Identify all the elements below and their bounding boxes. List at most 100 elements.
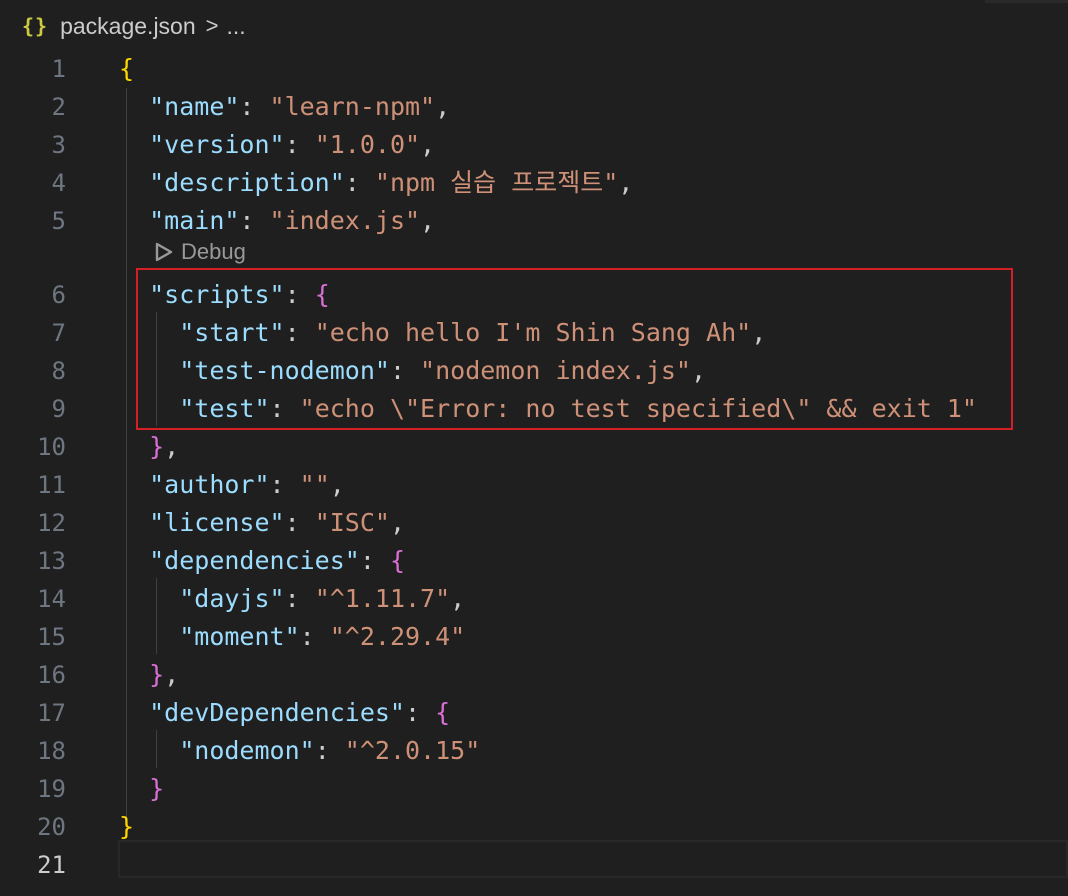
code-token: "index.js" bbox=[269, 206, 421, 235]
code-token: "1.0.0" bbox=[314, 130, 421, 159]
line-number: 6 bbox=[51, 281, 66, 309]
line-content: "main": "index.js", bbox=[119, 202, 435, 240]
line-number: 20 bbox=[37, 813, 66, 841]
code-token: : bbox=[239, 206, 270, 235]
code-line[interactable]: 3 "version": "1.0.0", bbox=[0, 126, 1068, 164]
code-token: , bbox=[329, 470, 345, 499]
code-token: "learn-npm" bbox=[269, 92, 436, 121]
line-number: 18 bbox=[37, 737, 66, 765]
line-content: "dayjs": "^1.11.7", bbox=[119, 580, 465, 618]
line-content: "version": "1.0.0", bbox=[119, 126, 435, 164]
code-token: , bbox=[164, 660, 180, 689]
code-token: { bbox=[389, 546, 405, 575]
code-token: , bbox=[420, 130, 436, 159]
breadcrumb-more[interactable]: ... bbox=[227, 13, 246, 40]
code-line[interactable]: 17 "devDependencies": { bbox=[0, 694, 1068, 732]
line-content: "nodemon": "^2.0.15" bbox=[119, 732, 480, 770]
line-number: 5 bbox=[51, 207, 66, 235]
code-line[interactable]: 19 } bbox=[0, 770, 1068, 808]
code-line[interactable]: 1{ bbox=[0, 50, 1068, 88]
code-token: } bbox=[119, 812, 135, 841]
line-number: 2 bbox=[51, 93, 66, 121]
code-token: "dependencies" bbox=[149, 546, 360, 575]
code-token: { bbox=[435, 698, 451, 727]
line-number: 16 bbox=[37, 661, 66, 689]
code-editor[interactable]: Debug 1{2 "name": "learn-npm", 3 "version… bbox=[0, 50, 1068, 896]
code-token: "^2.0.15" bbox=[344, 736, 481, 765]
line-number: 15 bbox=[37, 623, 66, 651]
line-content: "description": "npm 실습 프로젝트", bbox=[119, 164, 633, 202]
chevron-right-icon: > bbox=[205, 13, 219, 38]
code-line[interactable]: 20} bbox=[0, 808, 1068, 846]
line-content: } bbox=[119, 808, 134, 846]
code-token: "name" bbox=[149, 92, 240, 121]
code-token: "main" bbox=[149, 206, 240, 235]
code-token: : bbox=[404, 698, 436, 727]
code-token: "moment" bbox=[179, 622, 300, 651]
line-content: }, bbox=[119, 428, 179, 466]
line-number: 17 bbox=[37, 699, 66, 727]
line-content: "license": "ISC", bbox=[119, 504, 405, 542]
codelens-debug[interactable]: Debug bbox=[155, 236, 246, 268]
code-line[interactable]: 21 bbox=[0, 846, 1068, 884]
breadcrumb: {} package.json > ... bbox=[0, 0, 1068, 52]
code-line[interactable]: 2 "name": "learn-npm", bbox=[0, 88, 1068, 126]
code-token: : bbox=[284, 130, 315, 159]
line-content: "dependencies": { bbox=[119, 542, 405, 580]
code-line[interactable]: 13 "dependencies": { bbox=[0, 542, 1068, 580]
line-number: 14 bbox=[37, 585, 66, 613]
code-token: , bbox=[618, 168, 634, 197]
code-token: , bbox=[164, 432, 180, 461]
line-number: 10 bbox=[37, 433, 66, 461]
code-token: : bbox=[284, 584, 315, 613]
line-number: 11 bbox=[37, 471, 66, 499]
code-line[interactable]: 18 "nodemon": "^2.0.15" bbox=[0, 732, 1068, 770]
breadcrumb-file[interactable]: package.json bbox=[60, 13, 196, 40]
code-line[interactable]: 14 "dayjs": "^1.11.7", bbox=[0, 580, 1068, 618]
line-number: 21 bbox=[37, 851, 66, 879]
line-number: 8 bbox=[51, 357, 66, 385]
code-token: { bbox=[119, 54, 135, 83]
line-content: } bbox=[119, 770, 164, 808]
line-content: "name": "learn-npm", bbox=[119, 88, 450, 126]
line-content: "moment": "^2.29.4" bbox=[119, 618, 465, 656]
code-line[interactable]: 10 }, bbox=[0, 428, 1068, 466]
code-token: "devDependencies" bbox=[149, 698, 405, 727]
code-line[interactable]: 5 "main": "index.js", bbox=[0, 202, 1068, 240]
code-line[interactable]: 12 "license": "ISC", bbox=[0, 504, 1068, 542]
line-content: "author": "", bbox=[119, 466, 345, 504]
code-token: "license" bbox=[149, 508, 285, 537]
code-token: : bbox=[344, 168, 375, 197]
code-line[interactable]: 16 }, bbox=[0, 656, 1068, 694]
line-number: 7 bbox=[51, 319, 66, 347]
code-line[interactable]: 11 "author": "", bbox=[0, 466, 1068, 504]
code-token: "author" bbox=[149, 470, 270, 499]
code-line[interactable]: 4 "description": "npm 실습 프로젝트", bbox=[0, 164, 1068, 202]
code-token: } bbox=[149, 432, 165, 461]
json-file-icon: {} bbox=[22, 14, 49, 38]
code-token: } bbox=[149, 660, 165, 689]
code-token: "version" bbox=[149, 130, 285, 159]
code-token: "description" bbox=[149, 168, 345, 197]
code-token: : bbox=[299, 622, 330, 651]
code-token: "npm 실습 프로젝트" bbox=[374, 168, 619, 197]
code-line[interactable]: 15 "moment": "^2.29.4" bbox=[0, 618, 1068, 656]
code-token: : bbox=[269, 470, 300, 499]
line-number: 12 bbox=[37, 509, 66, 537]
code-token: "^2.29.4" bbox=[329, 622, 466, 651]
line-number: 9 bbox=[51, 395, 66, 423]
code-token: : bbox=[284, 508, 315, 537]
code-token: , bbox=[420, 206, 436, 235]
